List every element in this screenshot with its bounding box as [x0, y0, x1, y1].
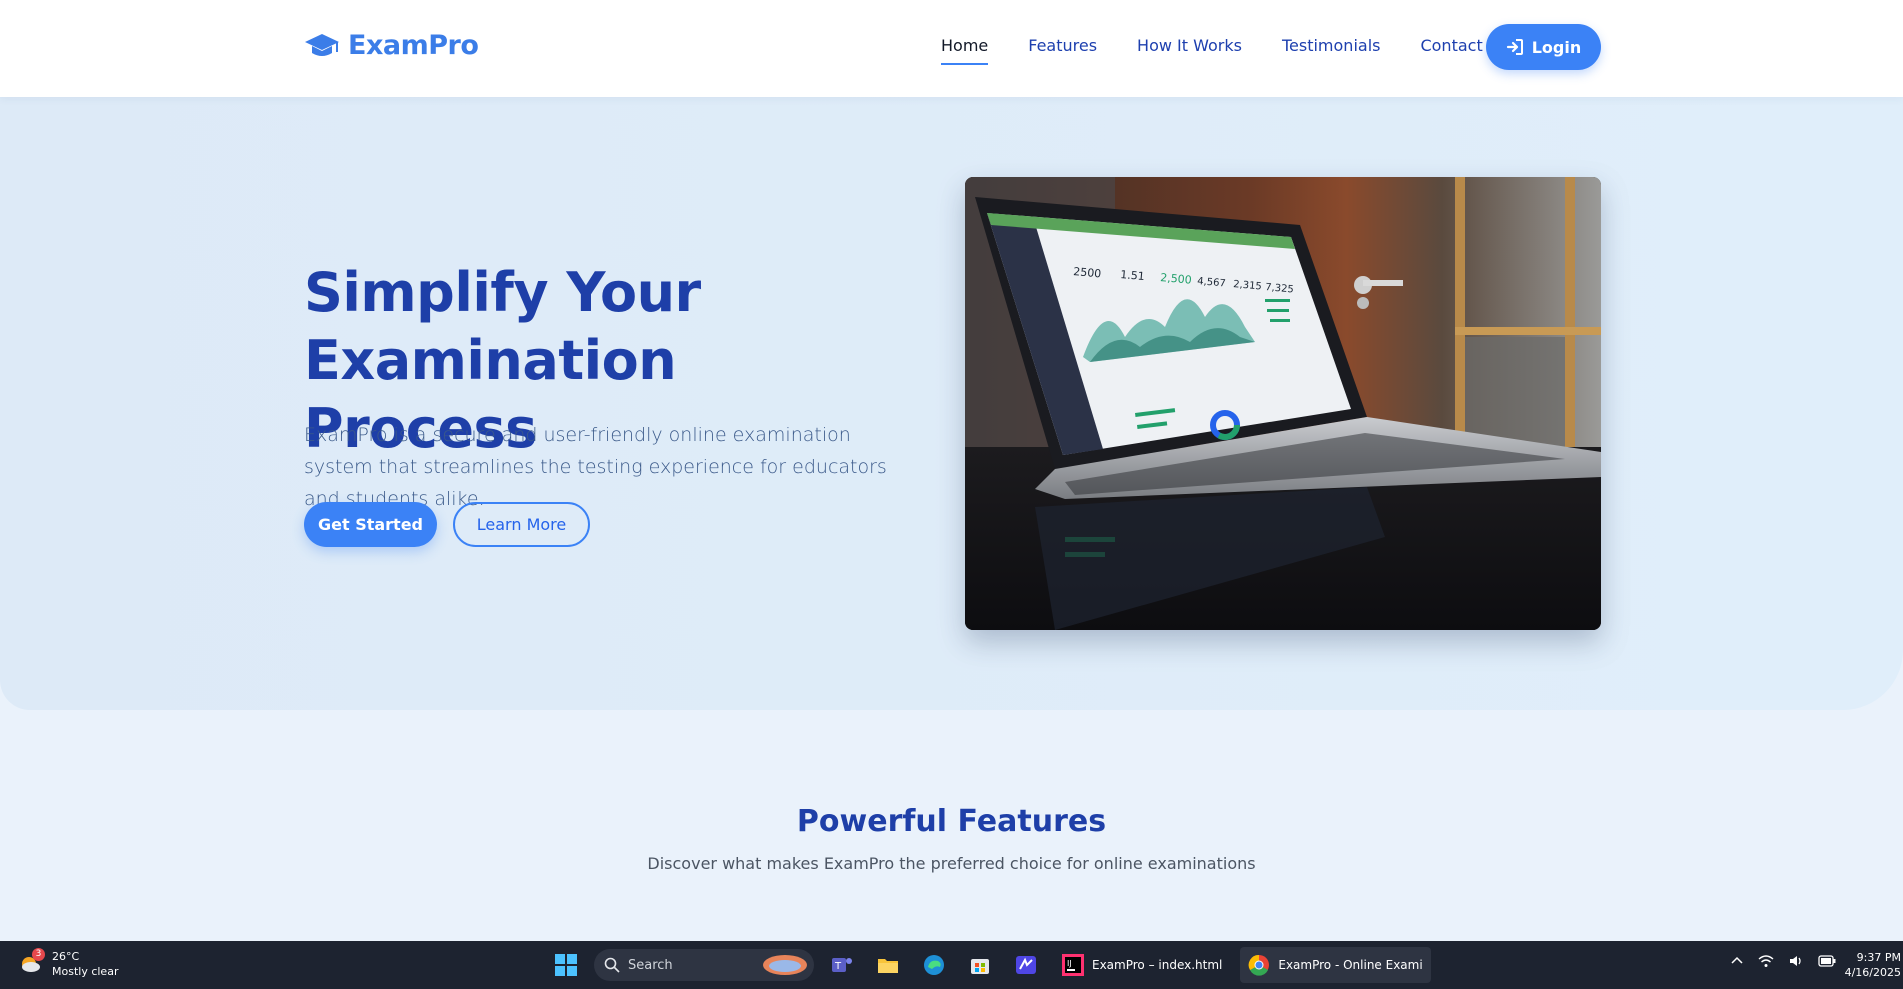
clock-time: 9:37 PM — [1856, 951, 1901, 964]
wifi-icon[interactable] — [1758, 954, 1774, 968]
weather-badge: 3 — [32, 948, 45, 961]
nav-link-how-it-works[interactable]: How It Works — [1137, 36, 1242, 55]
nav-link-features[interactable]: Features — [1028, 36, 1097, 55]
file-explorer-icon[interactable] — [870, 947, 906, 983]
login-button[interactable]: Login — [1486, 24, 1601, 70]
taskbar-app-chrome-label: ExamPro - Online Exami — [1278, 958, 1423, 972]
store-icon[interactable] — [962, 947, 998, 983]
nav-links: Home Features How It Works Testimonials … — [941, 36, 1523, 65]
graduation-cap-icon — [305, 33, 339, 56]
volume-icon[interactable] — [1788, 954, 1804, 968]
features-title: Powerful Features — [796, 804, 1107, 839]
kpi-1: 2500 — [1073, 265, 1102, 280]
learn-more-button[interactable]: Learn More — [453, 502, 590, 547]
svg-text:T: T — [834, 961, 842, 972]
weather-temp: 26°C — [52, 950, 80, 963]
vs-code-like-icon[interactable] — [1008, 947, 1044, 983]
brand-logo[interactable]: ExamPro — [304, 30, 479, 61]
taskbar-app-chrome[interactable]: ExamPro - Online Exami — [1240, 947, 1431, 983]
weather-widget[interactable]: 3 26°C Mostly clear — [18, 948, 119, 979]
clock-date: 4/16/2025 — [1844, 966, 1901, 979]
teams-icon[interactable]: T — [824, 947, 860, 983]
windows-start-icon[interactable] — [548, 947, 584, 983]
hero-title-line1: Simplify Your — [304, 261, 701, 324]
laptop-dashboard-photo: 2500 1.51 2,500 4,567 2,315 7,325 — [965, 177, 1601, 630]
features-subtitle: Discover what makes ExamPro the preferre… — [647, 854, 1256, 873]
weather-icon: 3 — [18, 948, 45, 977]
taskbar-center: Search T IJ ExamPro – index.html ExamPro… — [548, 947, 1431, 983]
search-placeholder: Search — [628, 957, 673, 973]
taskbar: 3 26°C Mostly clear Search T IJ ExamPro … — [0, 941, 1903, 989]
weather-desc: Mostly clear — [52, 965, 119, 978]
nav-link-contact[interactable]: Contact — [1420, 36, 1482, 55]
hero-description: ExamPro is a secure and user-friendly on… — [304, 424, 887, 510]
taskbar-clock[interactable]: 9:37 PM 4/16/2025 — [1833, 950, 1903, 980]
nav-link-home[interactable]: Home — [941, 36, 989, 65]
taskbar-app-intellij[interactable]: IJ ExamPro – index.html — [1054, 947, 1230, 983]
taskbar-search[interactable]: Search — [594, 949, 814, 981]
get-started-button[interactable]: Get Started — [304, 502, 437, 547]
login-label: Login — [1531, 37, 1582, 57]
sign-in-icon — [1506, 39, 1523, 55]
kpi-2: 1.51 — [1120, 268, 1146, 283]
search-highlight-icon — [763, 955, 807, 975]
hero-section: Simplify Your Examination Process ExamPr… — [0, 97, 1903, 710]
navbar: ExamPro Home Features How It Works Testi… — [0, 0, 1903, 97]
svg-text:IJ: IJ — [1067, 959, 1072, 968]
search-icon — [604, 957, 620, 973]
edge-icon[interactable] — [916, 947, 952, 983]
brand-name: ExamPro — [348, 30, 479, 61]
intellij-icon: IJ — [1062, 954, 1084, 976]
system-tray — [1730, 954, 1836, 968]
kpi-3: 2,500 — [1160, 271, 1193, 287]
chrome-icon — [1249, 954, 1270, 976]
hero-laptop-image: 2500 1.51 2,500 4,567 2,315 7,325 — [965, 177, 1601, 630]
nav-link-testimonials[interactable]: Testimonials — [1282, 36, 1381, 55]
taskbar-app-intellij-label: ExamPro – index.html — [1092, 958, 1223, 972]
chevron-up-icon[interactable] — [1730, 954, 1744, 968]
